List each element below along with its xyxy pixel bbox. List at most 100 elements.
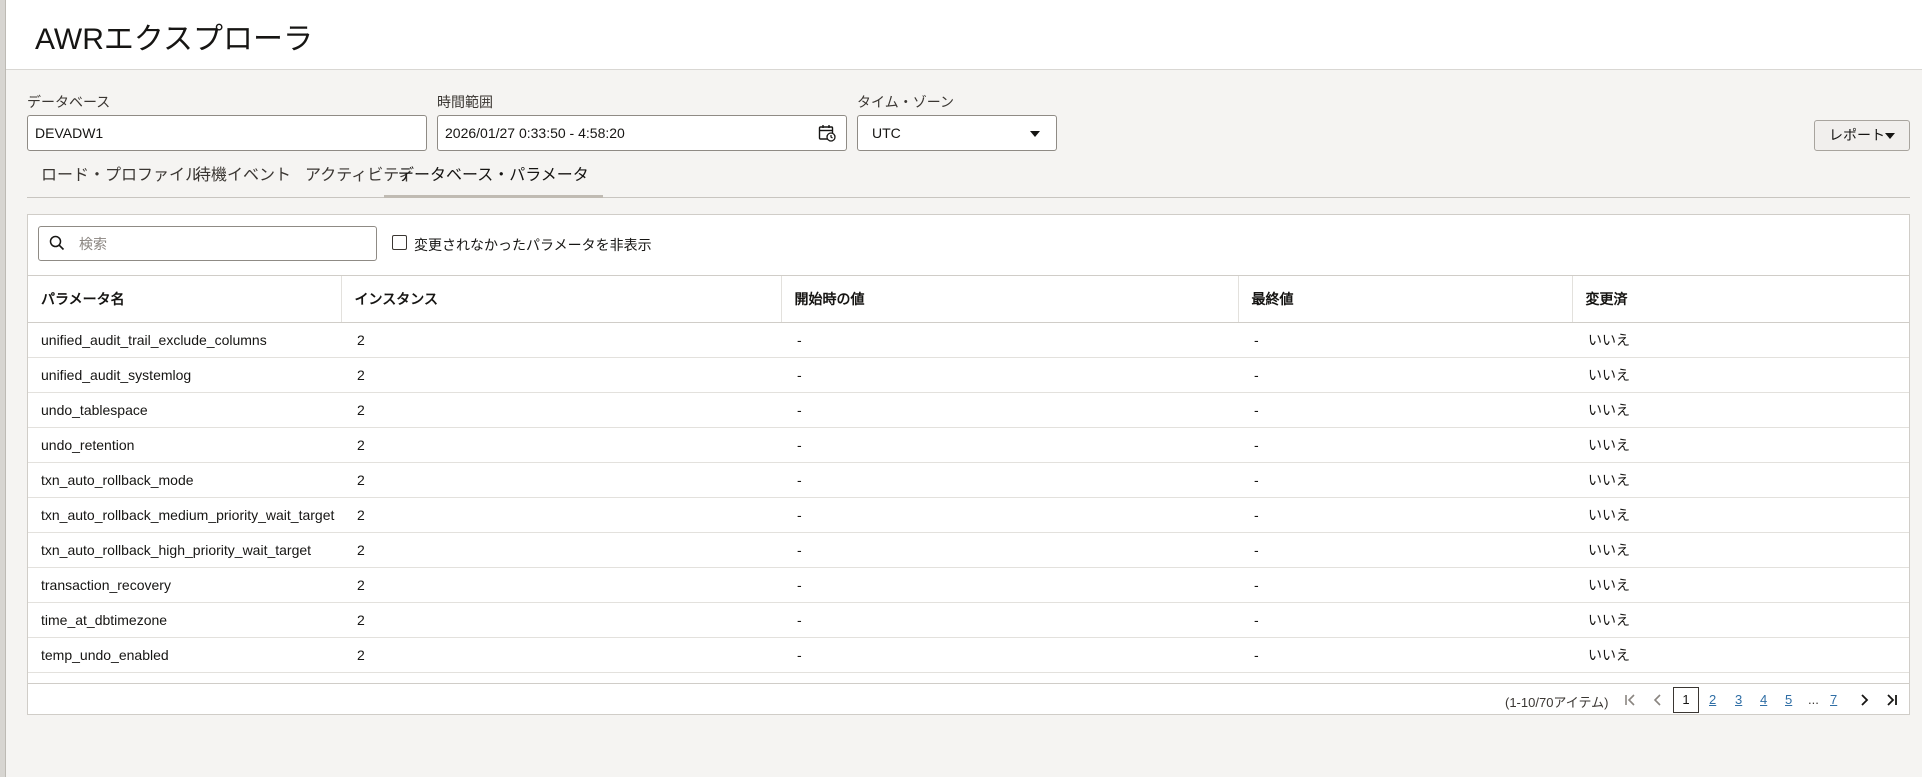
start-value-cell: - xyxy=(781,462,1238,498)
pagination: (1-10/70アイテム) 1 2 3 4 5 ... 7 xyxy=(28,683,1909,715)
time-range-value: 2026/01/27 0:33:50 - 4:58:20 xyxy=(445,125,625,141)
page-title: AWRエクスプローラ xyxy=(35,23,313,56)
hide-unchanged-checkbox[interactable] xyxy=(392,235,407,250)
tab-wait-events[interactable]: 待機イベント xyxy=(181,160,305,198)
table-row[interactable]: time_at_dbtimezone 2 - - いいえ xyxy=(28,602,1909,638)
start-value-cell: - xyxy=(781,637,1238,673)
instance-cell: 2 xyxy=(341,637,781,673)
changed-cell: いいえ xyxy=(1572,637,1909,673)
changed-cell: いいえ xyxy=(1572,357,1909,393)
changed-cell: いいえ xyxy=(1572,427,1909,463)
table-row[interactable]: unified_audit_systemlog 2 - - いいえ xyxy=(28,357,1909,393)
database-field[interactable]: DEVADW1 xyxy=(27,115,427,151)
column-header-parameter-name[interactable]: パラメータ名 xyxy=(28,275,341,323)
report-button[interactable]: レポート xyxy=(1814,120,1910,151)
instance-cell: 2 xyxy=(341,392,781,428)
changed-cell: いいえ xyxy=(1572,532,1909,568)
final-value-cell: - xyxy=(1238,357,1572,393)
page-link[interactable]: 4 xyxy=(1760,692,1767,707)
window-edge xyxy=(0,0,6,777)
header-bar: AWRエクスプローラ xyxy=(6,0,1922,70)
page-link[interactable]: 2 xyxy=(1709,692,1716,707)
page-current[interactable]: 1 xyxy=(1673,687,1699,713)
final-value-cell: - xyxy=(1238,637,1572,673)
final-value-cell: - xyxy=(1238,427,1572,463)
final-value-cell: - xyxy=(1238,532,1572,568)
parameter-name-cell: time_at_dbtimezone xyxy=(28,602,341,638)
table-row[interactable]: txn_auto_rollback_mode 2 - - いいえ xyxy=(28,462,1909,498)
prev-page-icon[interactable] xyxy=(1648,690,1668,710)
instance-cell: 2 xyxy=(341,462,781,498)
search-icon xyxy=(49,235,65,251)
start-value-cell: - xyxy=(781,392,1238,428)
table-row[interactable]: undo_retention 2 - - いいえ xyxy=(28,427,1909,463)
column-header-start-value[interactable]: 開始時の値 xyxy=(780,275,1238,323)
start-value-cell: - xyxy=(781,532,1238,568)
final-value-cell: - xyxy=(1238,322,1572,358)
column-header-final-value[interactable]: 最終値 xyxy=(1237,275,1572,323)
table-header-row: パラメータ名 インスタンス 開始時の値 最終値 変更済 xyxy=(28,275,1909,323)
timezone-select[interactable]: UTC xyxy=(857,115,1057,151)
parameters-panel: 変更されなかったパラメータを非表示 パラメータ名 インスタンス 開始時の値 最終… xyxy=(27,214,1910,715)
column-header-instance[interactable]: インスタンス xyxy=(340,275,781,323)
start-value-cell: - xyxy=(781,322,1238,358)
parameter-name-cell: unified_audit_trail_exclude_columns xyxy=(28,322,341,358)
parameters-table: パラメータ名 インスタンス 開始時の値 最終値 変更済 unified_audi… xyxy=(28,275,1909,673)
instance-cell: 2 xyxy=(341,602,781,638)
final-value-cell: - xyxy=(1238,602,1572,638)
changed-cell: いいえ xyxy=(1572,497,1909,533)
start-value-cell: - xyxy=(781,357,1238,393)
hide-unchanged-label: 変更されなかったパラメータを非表示 xyxy=(414,237,652,253)
parameter-name-cell: transaction_recovery xyxy=(28,567,341,603)
changed-cell: いいえ xyxy=(1572,322,1909,358)
instance-cell: 2 xyxy=(341,357,781,393)
time-range-label: 時間範囲 xyxy=(437,94,493,110)
changed-cell: いいえ xyxy=(1572,392,1909,428)
instance-cell: 2 xyxy=(341,427,781,463)
page-link[interactable]: 3 xyxy=(1735,692,1742,707)
table-row[interactable]: txn_auto_rollback_medium_priority_wait_t… xyxy=(28,497,1909,533)
next-page-icon[interactable] xyxy=(1854,690,1874,710)
instance-cell: 2 xyxy=(341,322,781,358)
changed-cell: いいえ xyxy=(1572,462,1909,498)
instance-cell: 2 xyxy=(341,532,781,568)
chevron-down-icon xyxy=(1030,131,1040,137)
time-range-field[interactable]: 2026/01/27 0:33:50 - 4:58:20 xyxy=(437,115,847,151)
changed-cell: いいえ xyxy=(1572,567,1909,603)
first-page-icon[interactable] xyxy=(1621,690,1641,710)
parameter-name-cell: undo_tablespace xyxy=(28,392,341,428)
calendar-icon[interactable] xyxy=(818,124,836,142)
timezone-label: タイム・ゾーン xyxy=(857,94,955,110)
start-value-cell: - xyxy=(781,602,1238,638)
page-link[interactable]: 5 xyxy=(1785,692,1792,707)
table-row[interactable]: txn_auto_rollback_high_priority_wait_tar… xyxy=(28,532,1909,568)
column-header-changed[interactable]: 変更済 xyxy=(1571,275,1909,323)
parameter-name-cell: temp_undo_enabled xyxy=(28,637,341,673)
table-row[interactable]: undo_tablespace 2 - - いいえ xyxy=(28,392,1909,428)
table-row[interactable]: temp_undo_enabled 2 - - いいえ xyxy=(28,637,1909,673)
parameter-name-cell: undo_retention xyxy=(28,427,341,463)
page-link-last[interactable]: 7 xyxy=(1830,692,1837,707)
instance-cell: 2 xyxy=(341,497,781,533)
final-value-cell: - xyxy=(1238,392,1572,428)
final-value-cell: - xyxy=(1238,497,1572,533)
tab-database-parameters[interactable]: データベース・パラメータ xyxy=(384,160,603,198)
last-page-icon[interactable] xyxy=(1881,690,1901,710)
instance-cell: 2 xyxy=(341,567,781,603)
start-value-cell: - xyxy=(781,497,1238,533)
tab-bar: ロード・プロファイル 待機イベント アクティビティ データベース・パラメータ xyxy=(27,160,1910,198)
table-row[interactable]: transaction_recovery 2 - - いいえ xyxy=(28,567,1909,603)
report-button-label: レポート xyxy=(1829,127,1885,143)
parameter-name-cell: txn_auto_rollback_medium_priority_wait_t… xyxy=(28,497,341,533)
final-value-cell: - xyxy=(1238,462,1572,498)
search-box[interactable] xyxy=(38,226,377,261)
search-input[interactable] xyxy=(79,227,369,260)
chevron-down-icon xyxy=(1885,133,1895,139)
start-value-cell: - xyxy=(781,567,1238,603)
changed-cell: いいえ xyxy=(1572,602,1909,638)
table-row[interactable]: unified_audit_trail_exclude_columns 2 - … xyxy=(28,322,1909,358)
parameter-name-cell: txn_auto_rollback_mode xyxy=(28,462,341,498)
timezone-value: UTC xyxy=(872,125,901,141)
final-value-cell: - xyxy=(1238,567,1572,603)
database-label: データベース xyxy=(27,94,111,110)
